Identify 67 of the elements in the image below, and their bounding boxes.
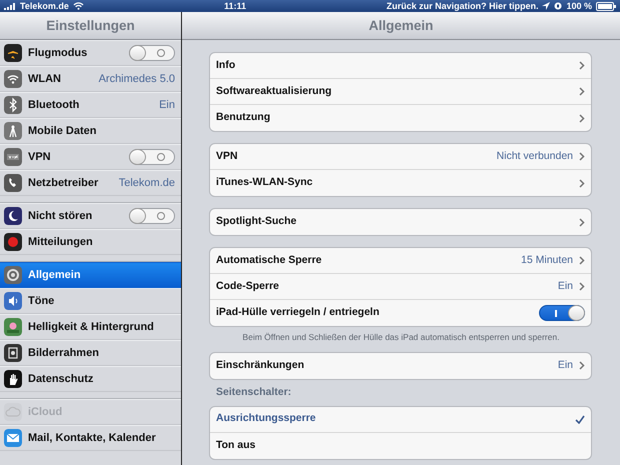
- settings-row[interactable]: Softwareaktualisierung: [210, 79, 591, 105]
- settings-row[interactable]: Code-Sperre Ein: [210, 274, 591, 300]
- sidebar-item[interactable]: WLAN Archimedes 5.0: [0, 66, 181, 92]
- location-icon: [542, 2, 550, 10]
- chevron-icon: [579, 218, 585, 226]
- section-footnote: Beim Öffnen und Schließen der Hülle das iPad automatisch entsperren und sperren.: [242, 331, 560, 344]
- sidebar-item[interactable]: Mitteilungen: [0, 229, 181, 255]
- settings-row[interactable]: Ausrichtungssperre: [210, 406, 591, 432]
- sidebar-item[interactable]: Datenschutz: [0, 366, 181, 392]
- chevron-icon: [579, 61, 585, 70]
- battery-icon: [596, 2, 616, 10]
- bluetooth-icon: [4, 96, 22, 114]
- settings-row[interactable]: Ton aus: [210, 432, 591, 458]
- chevron-icon: [579, 282, 585, 291]
- wifi-icon: [72, 2, 84, 10]
- sidebar-item[interactable]: Bluetooth Ein: [0, 92, 181, 118]
- sidebar-item[interactable]: Töne: [0, 288, 181, 314]
- moon-icon: [4, 207, 22, 225]
- rotation-lock-icon: [554, 2, 562, 10]
- settings-row[interactable]: Benutzung: [210, 105, 591, 131]
- sidebar-item[interactable]: Flugmodus: [0, 40, 181, 66]
- toggle-switch[interactable]: [129, 45, 175, 61]
- hand-icon: [4, 370, 22, 388]
- chevron-icon: [579, 361, 585, 370]
- section-header: Seitenschalter:: [216, 384, 292, 400]
- sidebar-item[interactable]: Mobile Daten: [0, 118, 181, 144]
- sidebar-item[interactable]: Helligkeit & Hintergrund: [0, 314, 181, 340]
- settings-row[interactable]: Info: [210, 53, 591, 79]
- vpn-icon: [4, 148, 22, 166]
- gear-icon: [4, 266, 22, 284]
- settings-row[interactable]: Einschränkungen Ein: [210, 352, 591, 379]
- sidebar-item[interactable]: Nicht stören: [0, 203, 181, 229]
- settings-row[interactable]: iTunes-WLAN-Sync: [210, 170, 591, 196]
- flower-icon: [4, 318, 22, 336]
- phone-icon: [4, 174, 22, 192]
- photo-frame-icon: [4, 344, 22, 362]
- toggle-switch[interactable]: [129, 149, 175, 165]
- settings-row[interactable]: Spotlight-Suche: [210, 209, 591, 235]
- clock-time: 11:11: [224, 1, 246, 11]
- chevron-icon: [579, 87, 585, 96]
- chevron-icon: [579, 256, 585, 265]
- envelope-icon: [4, 429, 22, 447]
- checkmark-icon: [575, 414, 585, 424]
- sidebar-item[interactable]: Allgemein: [0, 262, 181, 288]
- speaker-icon: [4, 292, 22, 310]
- sidebar-title: Einstellungen: [0, 12, 181, 40]
- sidebar-item[interactable]: Mail, Kontakte, Kalender: [0, 425, 181, 451]
- carrier-name: Telekom.de: [20, 0, 69, 12]
- chevron-icon: [579, 152, 585, 161]
- page-title: Allgemein: [182, 12, 620, 40]
- chevron-icon: [579, 178, 585, 188]
- settings-row[interactable]: Automatische Sperre 15 Minuten: [210, 248, 591, 274]
- sidebar-item[interactable]: Netzbetreiber Telekom.de: [0, 170, 181, 196]
- toggle-switch[interactable]: [129, 208, 175, 224]
- settings-row[interactable]: VPN Nicht verbunden: [210, 144, 591, 170]
- toggle-switch[interactable]: [539, 305, 585, 321]
- sidebar-item[interactable]: VPN: [0, 144, 181, 170]
- wifi-icon: [4, 70, 22, 88]
- settings-row[interactable]: iPad-Hülle verriegeln / entriegeln: [210, 300, 591, 326]
- notification-icon: [4, 233, 22, 251]
- cloud-icon: [4, 403, 22, 421]
- chevron-icon: [579, 114, 585, 122]
- sidebar-item[interactable]: Bilderrahmen: [0, 340, 181, 366]
- battery-percentage: 100 %: [566, 0, 592, 12]
- back-to-navigation-link[interactable]: Zurück zur Navigation? Hier tippen.: [386, 0, 538, 12]
- antenna-icon: [4, 122, 22, 140]
- signal-icon: [4, 2, 16, 10]
